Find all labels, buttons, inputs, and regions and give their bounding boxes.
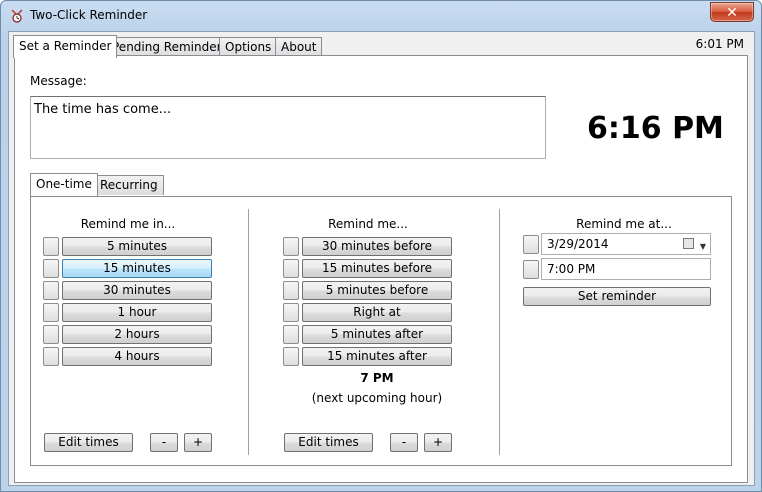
close-icon: ✕ — [726, 4, 738, 20]
remind-15-minutes-after-button[interactable]: 15 minutes after — [302, 347, 452, 366]
dropdown-arrow-icon: ▼ — [699, 242, 706, 251]
remind-15-minutes-before-button[interactable]: 15 minutes before — [302, 259, 452, 278]
remind-relative-checkbox[interactable] — [283, 259, 299, 278]
remind-in-column: Remind me in... 5 minutes 15 minutes 30 … — [43, 197, 213, 465]
remind-right-at-button[interactable]: Right at — [302, 303, 452, 322]
tab-one-time[interactable]: One-time — [30, 173, 98, 196]
remind-in-checkbox[interactable] — [43, 237, 59, 256]
remind-5-minutes-before-button[interactable]: 5 minutes before — [302, 281, 452, 300]
time-input[interactable]: 7:00 PM — [541, 258, 711, 280]
reminder-time-display: 6:16 PM — [587, 111, 724, 146]
client-area: Set a Reminder Pending Reminders Options… — [8, 31, 755, 486]
remind-in-checkbox[interactable] — [43, 347, 59, 366]
window-title: Two-Click Reminder — [30, 8, 148, 22]
tab-set-a-reminder[interactable]: Set a Reminder — [13, 35, 118, 58]
remind-at-title: Remind me at... — [576, 217, 672, 231]
remind-in-1-hour-button[interactable]: 1 hour — [62, 303, 212, 322]
remind-in-4-hours-button[interactable]: 4 hours — [62, 347, 212, 366]
remind-in-checkbox[interactable] — [43, 303, 59, 322]
remind-in-checkbox[interactable] — [43, 281, 59, 300]
app-reminder-icon — [11, 9, 23, 23]
remind-relative-row: 15 minutes after — [283, 347, 453, 366]
remind-5-minutes-after-button[interactable]: 5 minutes after — [302, 325, 452, 344]
remind-in-row: 5 minutes — [43, 237, 213, 256]
remind-in-edit-times-button[interactable]: Edit times — [44, 433, 133, 452]
remind-relative-checkbox[interactable] — [283, 325, 299, 344]
remind-relative-row: Right at — [283, 303, 453, 322]
tab-about[interactable]: About — [275, 37, 323, 57]
calendar-icon — [683, 238, 694, 249]
time-checkbox[interactable] — [523, 260, 539, 279]
remind-relative-title: Remind me... — [328, 217, 408, 231]
remind-in-30-minutes-button[interactable]: 30 minutes — [62, 281, 212, 300]
remind-in-row: 30 minutes — [43, 281, 213, 300]
remind-relative-row: 15 minutes before — [283, 259, 453, 278]
date-picker[interactable]: 3/29/2014 ▼ — [541, 233, 711, 255]
remind-relative-row: 5 minutes after — [283, 325, 453, 344]
date-checkbox[interactable] — [523, 235, 539, 254]
remind-at-column: Remind me at... 3/29/2014 ▼ 7:00 PM Set … — [523, 197, 713, 465]
remind-in-title: Remind me in... — [80, 217, 176, 231]
next-hour-label: 7 PM — [360, 371, 394, 385]
title-bar[interactable]: Two-Click Reminder ✕ — [1, 1, 761, 31]
remind-relative-column: Remind me... 30 minutes before 15 minute… — [283, 197, 453, 465]
tab-pending-reminders[interactable]: Pending Reminders — [106, 37, 234, 57]
remind-in-checkbox[interactable] — [43, 259, 59, 278]
remind-in-checkbox[interactable] — [43, 325, 59, 344]
remind-in-2-hours-button[interactable]: 2 hours — [62, 325, 212, 344]
remind-30-minutes-before-button[interactable]: 30 minutes before — [302, 237, 452, 256]
set-reminder-panel: Message: The time has come... 6:16 PM On… — [14, 55, 748, 483]
remind-relative-edit-times-button[interactable]: Edit times — [284, 433, 373, 452]
remind-in-row: 2 hours — [43, 325, 213, 344]
one-time-panel: Remind me in... 5 minutes 15 minutes 30 … — [30, 196, 732, 466]
date-value: 3/29/2014 — [547, 237, 609, 251]
remind-in-plus-button[interactable]: + — [184, 433, 212, 452]
remind-in-minus-button[interactable]: - — [150, 433, 178, 452]
remind-in-row: 4 hours — [43, 347, 213, 366]
remind-in-row: 1 hour — [43, 303, 213, 322]
remind-relative-minus-button[interactable]: - — [390, 433, 418, 452]
remind-in-15-minutes-button[interactable]: 15 minutes — [62, 259, 212, 278]
next-hour-note: (next upcoming hour) — [311, 391, 443, 405]
message-label: Message: — [30, 74, 87, 88]
remind-relative-checkbox[interactable] — [283, 303, 299, 322]
remind-relative-row: 30 minutes before — [283, 237, 453, 256]
app-window: Two-Click Reminder ✕ Set a Reminder Pend… — [0, 0, 762, 492]
remind-in-5-minutes-button[interactable]: 5 minutes — [62, 237, 212, 256]
message-input[interactable]: The time has come... — [30, 96, 546, 159]
remind-in-row: 15 minutes — [43, 259, 213, 278]
remind-relative-row: 5 minutes before — [283, 281, 453, 300]
tab-options[interactable]: Options — [219, 37, 278, 57]
close-button[interactable]: ✕ — [710, 2, 754, 22]
set-reminder-button[interactable]: Set reminder — [523, 287, 711, 306]
tab-recurring[interactable]: Recurring — [94, 175, 164, 195]
remind-relative-checkbox[interactable] — [283, 281, 299, 300]
column-divider — [499, 209, 500, 455]
current-time: 6:01 PM — [695, 37, 744, 51]
column-divider — [248, 209, 249, 455]
remind-relative-plus-button[interactable]: + — [424, 433, 452, 452]
remind-relative-checkbox[interactable] — [283, 347, 299, 366]
remind-relative-checkbox[interactable] — [283, 237, 299, 256]
